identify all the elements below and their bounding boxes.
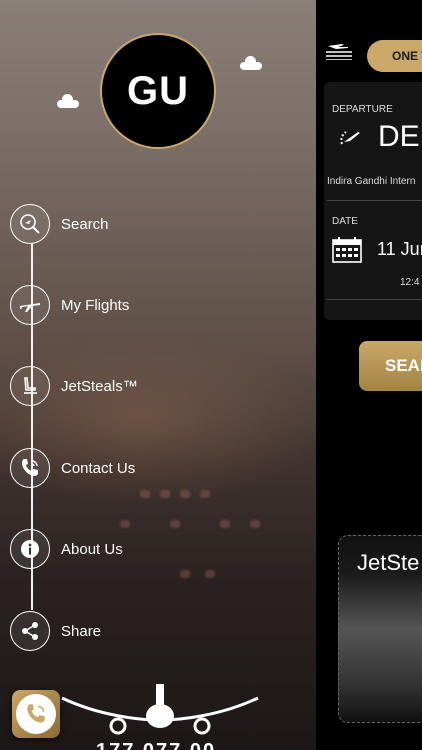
menu-item-about-us[interactable]: About Us	[10, 528, 123, 570]
seat-icon	[10, 366, 50, 406]
share-icon	[10, 611, 50, 651]
menu-item-contact-us[interactable]: Contact Us	[10, 447, 135, 489]
menu-item-my-flights[interactable]: My Flights	[10, 284, 129, 326]
booking-card: DEPARTURE DEL Indira Gandhi Intern DATE …	[324, 82, 422, 320]
divider	[327, 200, 422, 201]
date-label: DATE	[332, 216, 358, 227]
plane-icon	[10, 285, 50, 325]
menu-item-label: My Flights	[61, 296, 130, 314]
menu-item-jetsteals[interactable]: JetSteals™	[10, 365, 138, 407]
search-icon	[10, 204, 50, 244]
promo-title: JetSte	[357, 550, 420, 575]
jetsteals-promo-card[interactable]: JetSte	[338, 535, 422, 723]
search-button[interactable]: SEAR	[359, 341, 422, 391]
takeoff-icon	[340, 131, 360, 145]
phone-icon	[10, 448, 50, 488]
departure-airport: Indira Gandhi Intern	[327, 176, 416, 187]
date-value[interactable]: 11 Jun	[377, 239, 422, 260]
menu-item-label: JetSteals™	[61, 377, 138, 395]
call-button[interactable]	[12, 690, 60, 738]
search-button-label: SEAR	[385, 356, 422, 375]
cloud-icon	[240, 56, 262, 70]
calendar-icon	[332, 237, 362, 263]
phone-icon	[16, 694, 56, 734]
contact-phone-number[interactable]: 177 077 00	[96, 740, 216, 750]
divider	[327, 299, 422, 300]
tab-one-way[interactable]: ONE W	[367, 40, 422, 72]
menu-item-label: Search	[61, 215, 109, 233]
menu-item-share[interactable]: Share	[10, 610, 101, 652]
menu-item-label: About Us	[61, 540, 123, 558]
booking-screen: ONE W DEPARTURE DEL Indira Gandhi Intern…	[316, 0, 422, 750]
menu-item-search[interactable]: Search	[10, 203, 109, 245]
departure-code[interactable]: DEL	[378, 120, 422, 154]
menu-item-label: Contact Us	[61, 459, 136, 477]
menu-plane-icon[interactable]	[326, 42, 352, 60]
time-value: 12:4	[400, 277, 420, 288]
menu-item-label: Share	[61, 622, 102, 640]
navigation-drawer: GU Search My Flights JetSteals™ Contact …	[0, 0, 316, 750]
tab-one-way-label: ONE W	[392, 49, 422, 63]
avatar[interactable]: GU	[100, 33, 216, 149]
avatar-initials: GU	[127, 68, 189, 113]
cloud-icon	[57, 94, 79, 108]
info-icon	[10, 529, 50, 569]
departure-label: DEPARTURE	[332, 104, 393, 115]
